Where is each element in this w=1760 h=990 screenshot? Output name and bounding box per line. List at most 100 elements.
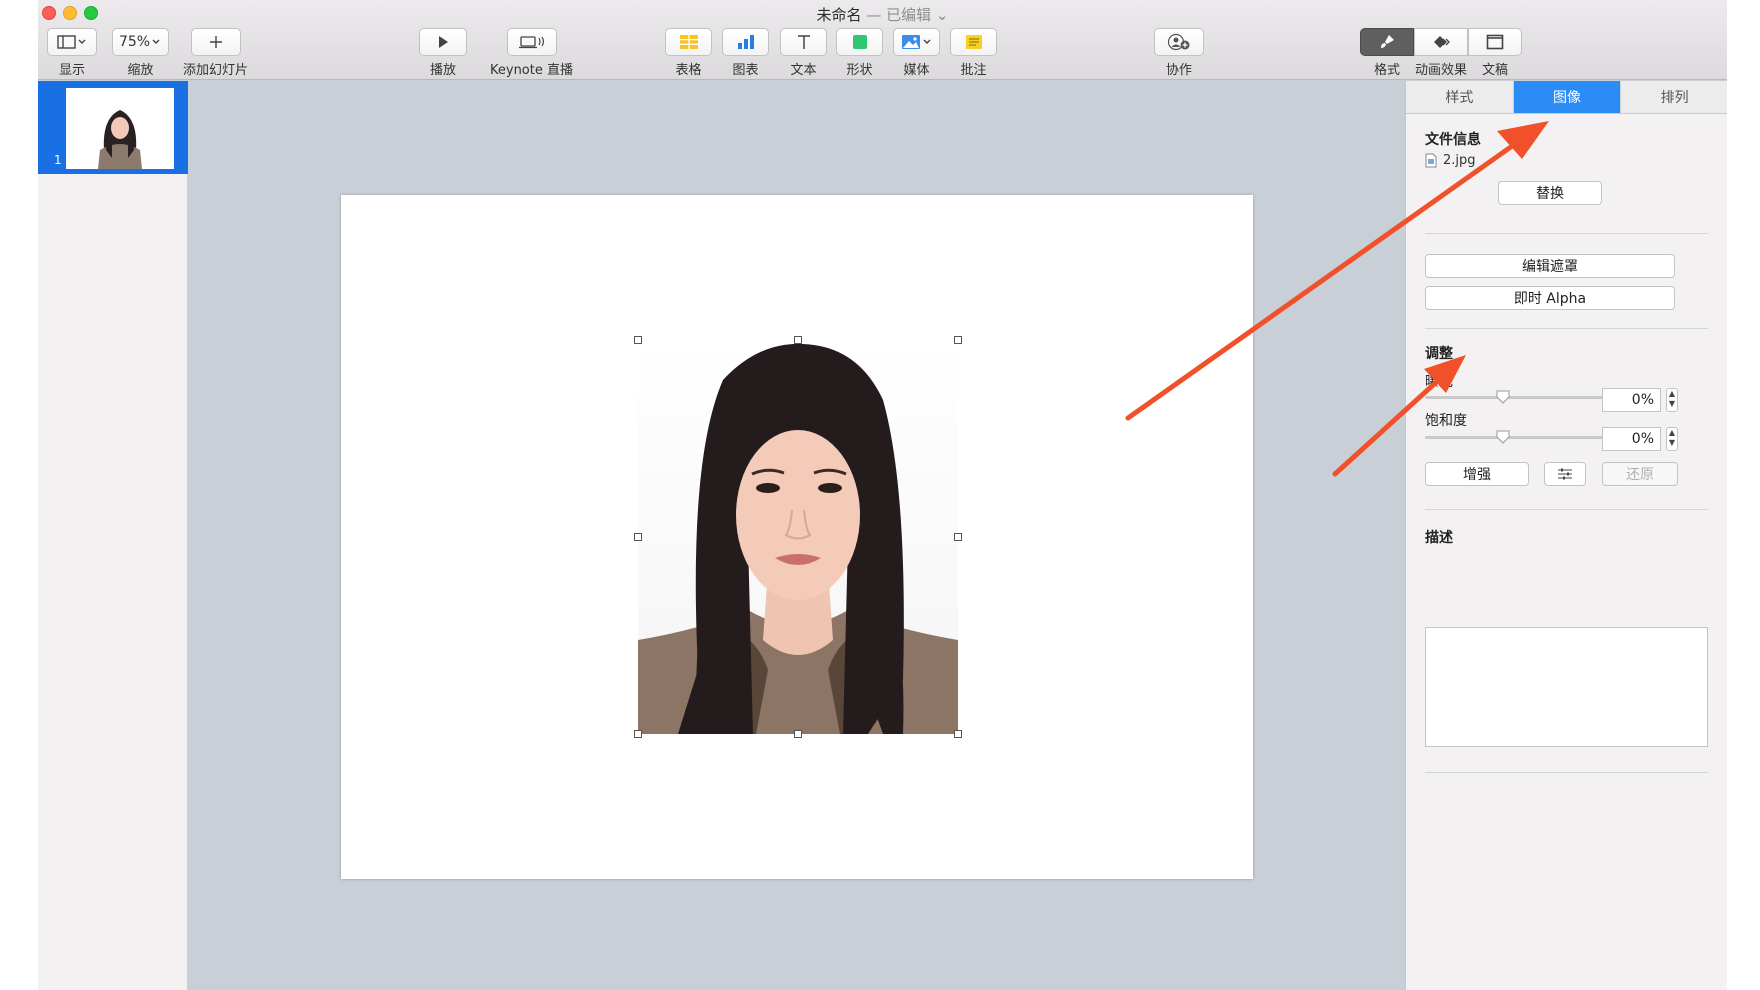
text-button[interactable] <box>780 28 827 56</box>
media-label: 媒体 <box>903 63 930 78</box>
diamond-animation-icon <box>1434 36 1450 48</box>
format-button[interactable] <box>1360 28 1414 56</box>
saturation-stepper[interactable]: ▲ ▼ <box>1666 427 1678 451</box>
keynote-live-menu[interactable]: Keynote 直播 <box>490 28 573 78</box>
saturation-slider-knob[interactable] <box>1496 430 1510 444</box>
resize-handle-top-right[interactable] <box>954 336 962 344</box>
chart-button[interactable] <box>722 28 769 56</box>
paintbrush-icon <box>1381 35 1394 48</box>
divider <box>1425 772 1708 773</box>
text-label: 文本 <box>790 63 817 78</box>
exposure-stepper[interactable]: ▲ ▼ <box>1666 388 1678 412</box>
tab-arrange[interactable]: 排列 <box>1621 81 1727 113</box>
file-name: 2.jpg <box>1443 153 1476 168</box>
add-slide-button[interactable] <box>190 28 241 56</box>
enhance-button[interactable]: 增强 <box>1425 462 1529 486</box>
document-icon <box>1486 34 1504 50</box>
table-button[interactable] <box>665 28 712 56</box>
resize-handle-right[interactable] <box>954 533 962 541</box>
document-menu[interactable]: 文稿 <box>1468 28 1522 78</box>
play-button[interactable] <box>419 28 467 56</box>
sliders-icon <box>1558 468 1572 480</box>
slide-navigator: 1 <box>38 81 188 990</box>
toolbar: 未命名 — 已编辑 ⌄ 显示 75% 缩放 添加幻灯片 播放 Keynote 直… <box>38 0 1727 80</box>
exposure-slider[interactable] <box>1425 396 1604 399</box>
edit-mask-button[interactable]: 编辑遮罩 <box>1425 254 1675 278</box>
plus-icon <box>209 36 222 48</box>
image-icon <box>901 35 930 49</box>
bar-chart-icon <box>737 35 754 49</box>
resize-handle-left[interactable] <box>634 533 642 541</box>
add-slide-menu[interactable]: 添加幻灯片 <box>183 28 248 78</box>
zoom-button[interactable]: 75% <box>112 28 169 56</box>
zoom-value: 75% <box>118 34 151 50</box>
file-name-row: 2.jpg <box>1425 153 1476 168</box>
collaborate-menu[interactable]: 协作 <box>1154 28 1204 78</box>
portrait-photo <box>638 340 958 734</box>
instant-alpha-button[interactable]: 即时 Alpha <box>1425 286 1675 310</box>
tab-style[interactable]: 样式 <box>1406 81 1514 113</box>
table-icon <box>679 35 698 49</box>
keynote-live-button[interactable] <box>506 28 557 56</box>
play-label: 播放 <box>429 63 456 78</box>
collaborate-button[interactable] <box>1154 28 1204 56</box>
saturation-value-field[interactable]: 0% <box>1602 427 1661 451</box>
animate-label: 动画效果 <box>1414 63 1467 78</box>
broadcast-icon <box>518 36 544 49</box>
selected-portrait-image[interactable] <box>638 340 958 734</box>
exposure-value-field[interactable]: 0% <box>1602 388 1661 412</box>
keynote-live-label: Keynote 直播 <box>490 63 573 78</box>
slide-thumbnail-1[interactable]: 1 <box>38 81 188 174</box>
view-label: 显示 <box>58 63 85 78</box>
comment-note-icon <box>965 35 982 49</box>
comment-label: 批注 <box>960 63 987 78</box>
adjust-levels-button[interactable] <box>1544 462 1586 486</box>
view-menu[interactable]: 显示 <box>47 28 97 78</box>
divider <box>1425 233 1708 234</box>
resize-handle-bottom[interactable] <box>794 730 802 738</box>
tab-image[interactable]: 图像 <box>1513 81 1622 113</box>
table-label: 表格 <box>675 63 702 78</box>
text-icon <box>797 35 810 49</box>
resize-handle-bottom-right[interactable] <box>954 730 962 738</box>
comment-menu[interactable]: 批注 <box>950 28 997 78</box>
slide-thumbnail-preview <box>66 88 174 169</box>
inspector-tabs: 样式 图像 排列 <box>1406 81 1727 114</box>
chart-menu[interactable]: 图表 <box>722 28 769 78</box>
window-title: 未命名 — 已编辑 ⌄ <box>38 4 1727 25</box>
resize-handle-top[interactable] <box>794 336 802 344</box>
play-menu[interactable]: 播放 <box>419 28 467 78</box>
view-button[interactable] <box>47 28 97 56</box>
chevron-down-icon <box>152 39 160 44</box>
comment-button[interactable] <box>950 28 997 56</box>
description-textarea[interactable] <box>1425 627 1708 747</box>
document-button[interactable] <box>1468 28 1522 56</box>
text-menu[interactable]: 文本 <box>780 28 827 78</box>
add-slide-label: 添加幻灯片 <box>183 63 249 78</box>
media-menu[interactable]: 媒体 <box>893 28 940 78</box>
file-info-title: 文件信息 <box>1425 132 1481 148</box>
format-menu[interactable]: 格式 <box>1360 28 1414 78</box>
zoom-menu[interactable]: 75% 缩放 <box>112 28 169 78</box>
reset-button[interactable]: 还原 <box>1602 462 1678 486</box>
replace-button[interactable]: 替换 <box>1498 181 1602 205</box>
slide-canvas[interactable] <box>341 195 1253 879</box>
exposure-slider-knob[interactable] <box>1496 390 1510 404</box>
resize-handle-bottom-left[interactable] <box>634 730 642 738</box>
collaborate-label: 协作 <box>1165 63 1192 78</box>
saturation-slider[interactable] <box>1425 436 1604 439</box>
file-icon <box>1425 153 1437 168</box>
animate-menu[interactable]: 动画效果 <box>1414 28 1468 78</box>
animate-button[interactable] <box>1414 28 1468 56</box>
shape-button[interactable] <box>836 28 883 56</box>
add-person-icon <box>1167 33 1190 51</box>
table-menu[interactable]: 表格 <box>665 28 712 78</box>
portrait-thumbnail-image <box>66 88 174 169</box>
shape-menu[interactable]: 形状 <box>836 28 883 78</box>
media-button[interactable] <box>893 28 940 56</box>
format-label: 格式 <box>1373 63 1400 78</box>
resize-handle-top-left[interactable] <box>634 336 642 344</box>
divider <box>1425 509 1708 510</box>
saturation-label: 饱和度 <box>1425 413 1467 429</box>
keynote-window: 未命名 — 已编辑 ⌄ 显示 75% 缩放 添加幻灯片 播放 Keynote 直… <box>38 0 1727 990</box>
